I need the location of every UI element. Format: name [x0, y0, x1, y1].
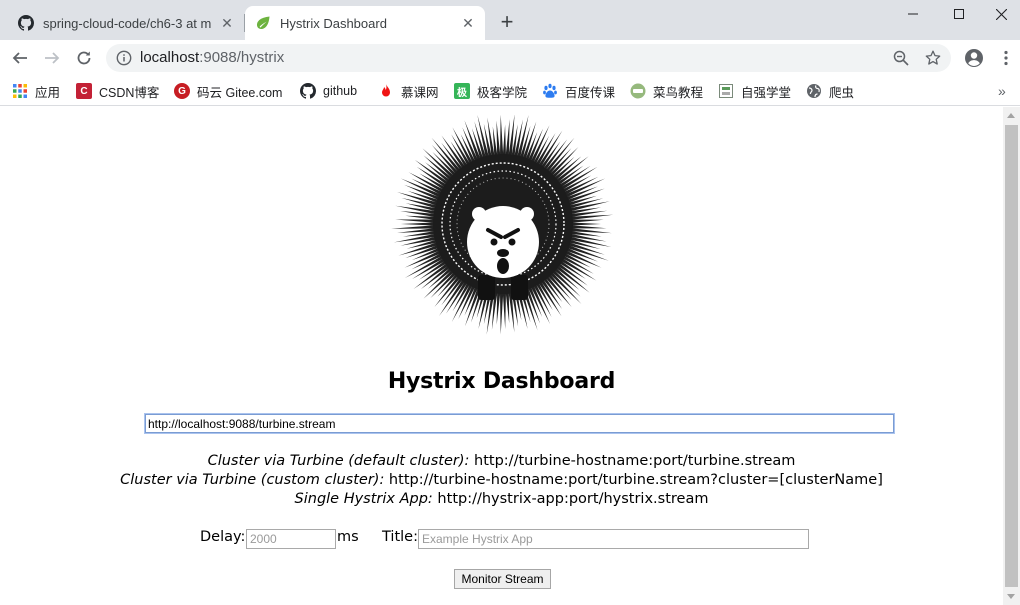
ziqiang-icon [719, 84, 733, 98]
delay-input[interactable] [246, 529, 336, 549]
address-host: localhost [140, 49, 200, 66]
github-icon [18, 15, 34, 31]
tab-title: Hystrix Dashboard [280, 15, 387, 31]
bookmarks-overflow-icon[interactable]: » [998, 82, 1006, 100]
runoob-icon [630, 83, 646, 99]
address-bar[interactable]: localhost:9088/hystrix [106, 44, 951, 72]
bookmark-runoob[interactable]: 菜鸟教程 [630, 82, 703, 100]
gitee-icon: G [174, 83, 190, 99]
bookmark-label: 慕课网 [401, 85, 439, 100]
help-label: Cluster via Turbine (custom cluster): [120, 472, 385, 488]
paw-icon [543, 83, 557, 98]
help-value: http://turbine-hostname:port/turbine.str… [469, 453, 796, 469]
csdn-icon: C [76, 83, 92, 99]
tab-strip: spring-cloud-code/ch6-3 at m ✕ Hystrix D… [0, 0, 1020, 40]
bookmark-label: 百度传课 [565, 85, 616, 100]
flame-icon [382, 84, 390, 97]
tab-github-repo[interactable]: spring-cloud-code/ch6-3 at m ✕ [8, 6, 244, 40]
help-value: http://turbine-hostname:port/turbine.str… [384, 472, 883, 488]
bookmark-label: github [323, 84, 358, 98]
title-label: Title: [382, 529, 418, 545]
stream-url-input[interactable] [145, 414, 894, 433]
bookmark-label: CSDN博客 [99, 85, 160, 100]
bookmark-imooc[interactable]: 慕课网 [378, 82, 439, 100]
spring-leaf-icon [256, 16, 270, 29]
page-scrollbar[interactable] [1003, 107, 1020, 605]
close-tab-icon[interactable]: ✕ [459, 14, 477, 32]
bookmark-ziqiang[interactable]: 自强学堂 [718, 82, 791, 100]
apps-grid-icon [13, 84, 27, 98]
info-icon[interactable] [116, 50, 132, 66]
tab-hystrix-dashboard[interactable]: Hystrix Dashboard ✕ [245, 6, 485, 40]
forward-arrow-icon[interactable] [40, 46, 64, 70]
bookmark-jikexueyuan[interactable]: 极 极客学院 [454, 82, 527, 100]
help-value: http://hystrix-app:port/hystrix.stream [432, 491, 709, 507]
help-line-custom-cluster: Cluster via Turbine (custom cluster): ht… [0, 472, 1003, 488]
bookmark-gitee[interactable]: G 码云 Gitee.com [174, 82, 282, 100]
bookmark-csdn[interactable]: C CSDN博客 [76, 82, 159, 100]
help-line-single-app: Single Hystrix App: http://hystrix-app:p… [0, 491, 1003, 507]
back-arrow-icon[interactable] [8, 46, 32, 70]
minimize-icon[interactable] [890, 0, 936, 28]
title-input[interactable] [418, 529, 809, 549]
help-line-default-cluster: Cluster via Turbine (default cluster): h… [0, 453, 1003, 469]
bookmarks-bar: 应用 C CSDN博客 G 码云 Gitee.com github 慕课网 极 … [0, 76, 1020, 106]
scrollbar-thumb[interactable] [1005, 125, 1018, 587]
address-path: :9088/hystrix [199, 49, 285, 66]
bookmark-label: 极客学院 [477, 85, 528, 100]
hedgehog-spike [395, 219, 440, 224]
hystrix-hedgehog-logo [391, 115, 614, 335]
close-window-icon[interactable] [982, 0, 1020, 28]
delay-label: Delay: [200, 529, 246, 545]
tab-title: spring-cloud-code/ch6-3 at m [43, 15, 212, 31]
bookmark-apps[interactable]: 应用 [12, 82, 60, 100]
hedgehog-spike [391, 224, 440, 229]
help-label: Cluster via Turbine (default cluster): [207, 453, 470, 469]
page-title: Hystrix Dashboard [387, 369, 616, 394]
delay-unit: ms [337, 529, 359, 545]
hedgehog-spike [499, 287, 504, 335]
help-label: Single Hystrix App: [294, 491, 433, 507]
github-icon [300, 83, 316, 99]
options-row: Delay: ms Title: [0, 528, 1003, 550]
page-content: Hystrix Dashboard Cluster via Turbine (d… [0, 107, 1020, 605]
bookmark-baidu-chuanke[interactable]: 百度传课 [542, 82, 615, 100]
reload-icon[interactable] [72, 46, 96, 70]
bookmark-star-icon[interactable] [925, 50, 941, 66]
browser-toolbar: localhost:9088/hystrix [0, 40, 1020, 76]
bookmark-label: 应用 [35, 85, 61, 100]
zoom-icon[interactable] [893, 50, 909, 66]
bookmark-label: 码云 Gitee.com [197, 85, 283, 100]
bookmark-label: 爬虫 [829, 85, 855, 100]
menu-kebab-icon[interactable] [994, 46, 1018, 70]
maximize-icon[interactable] [936, 0, 982, 28]
scroll-down-arrow-icon[interactable] [1007, 594, 1015, 599]
scroll-up-arrow-icon[interactable] [1007, 113, 1015, 118]
profile-avatar-icon[interactable] [962, 46, 986, 70]
address-url: localhost:9088/hystrix [140, 49, 284, 66]
monitor-stream-button[interactable]: Monitor Stream [454, 569, 551, 589]
bookmark-github[interactable]: github [300, 82, 357, 100]
jike-icon: 极 [454, 83, 470, 99]
bookmark-label: 自强学堂 [741, 85, 792, 100]
hedgehog-spike [499, 115, 504, 161]
bookmark-pachong[interactable]: 爬虫 [806, 82, 854, 100]
close-tab-icon[interactable]: ✕ [218, 14, 236, 32]
bookmark-label: 菜鸟教程 [653, 85, 704, 100]
new-tab-icon[interactable]: + [495, 10, 519, 34]
globe-icon [807, 84, 821, 98]
